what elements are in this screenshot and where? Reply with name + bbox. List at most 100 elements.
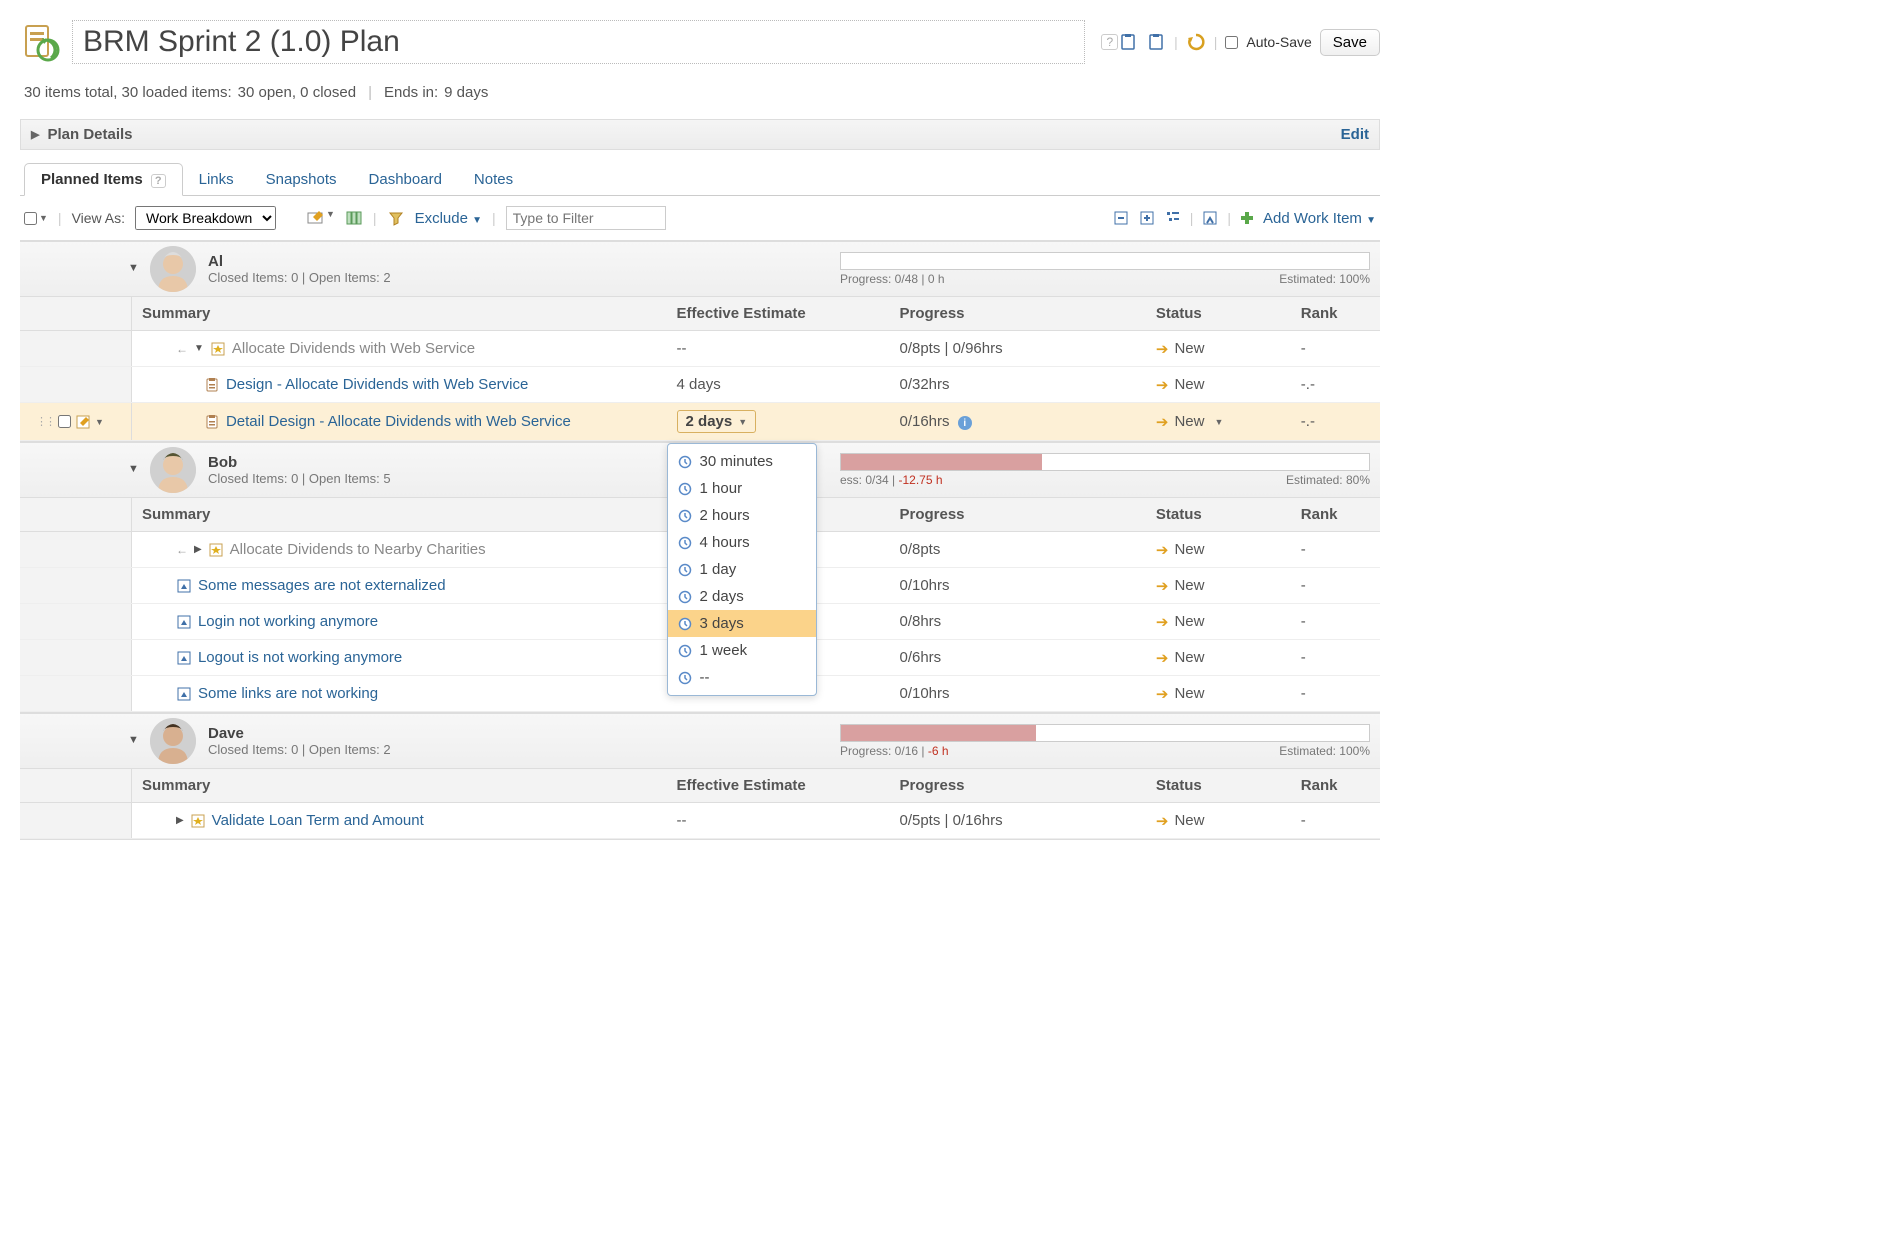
owner-name: Dave	[208, 725, 391, 742]
status-value[interactable]: New	[1174, 649, 1204, 666]
estimate-option[interactable]: 4 hours	[668, 529, 816, 556]
tab-dashboard[interactable]: Dashboard	[353, 164, 458, 195]
row-checkbox[interactable]	[58, 415, 71, 428]
progress-value: 0/10hrs	[899, 577, 949, 594]
work-item-summary[interactable]: Allocate Dividends with Web Service	[232, 340, 475, 357]
select-all-checkbox[interactable]: ▼	[24, 212, 48, 225]
tree-caret-icon[interactable]: ▼	[194, 343, 204, 354]
tree-caret-icon[interactable]: ▶	[176, 815, 184, 826]
estimate-option[interactable]: 1 day	[668, 556, 816, 583]
estimate-option[interactable]: --	[668, 664, 816, 691]
rank-value: -	[1301, 649, 1306, 666]
clipboard-in-icon[interactable]	[1118, 32, 1138, 52]
col-summary[interactable]: Summary	[131, 498, 666, 532]
col-status[interactable]: Status	[1146, 769, 1291, 803]
clipboard-out-icon[interactable]	[1146, 32, 1166, 52]
save-button[interactable]: Save	[1320, 29, 1380, 56]
table-row[interactable]: ←▼Allocate Dividends with Web Service--0…	[20, 331, 1380, 367]
row-edit-icon[interactable]	[75, 413, 91, 430]
status-arrow-icon: ➔	[1156, 376, 1169, 394]
owner-row: ▼ Al Closed Items: 0 | Open Items: 2 Pro…	[20, 241, 1380, 297]
tab-snapshots[interactable]: Snapshots	[250, 164, 353, 195]
owner-collapse-caret-icon[interactable]: ▼	[128, 463, 139, 475]
table-row[interactable]: ▶Validate Loan Term and Amount--0/5pts |…	[20, 803, 1380, 839]
work-item-summary[interactable]: Design - Allocate Dividends with Web Ser…	[226, 376, 528, 393]
table-row[interactable]: Design - Allocate Dividends with Web Ser…	[20, 367, 1380, 403]
owner-collapse-caret-icon[interactable]: ▼	[128, 734, 139, 746]
estimate-option[interactable]: 1 hour	[668, 475, 816, 502]
view-as-label: View As:	[72, 210, 125, 226]
edit-columns-icon[interactable]: ▼	[306, 209, 335, 227]
filter-config-icon[interactable]	[387, 209, 405, 227]
exclude-link[interactable]: Exclude ▼	[415, 210, 482, 227]
move-indicator-icon: ←	[176, 342, 188, 356]
export-icon[interactable]	[1201, 209, 1219, 227]
separator: |	[58, 210, 62, 226]
work-item-summary[interactable]: Some links are not working	[198, 685, 378, 702]
tree-caret-icon[interactable]: ▶	[194, 544, 202, 555]
info-icon[interactable]: i	[958, 416, 972, 430]
estimate-dropdown-menu[interactable]: 30 minutes1 hour2 hours4 hours1 day2 day…	[667, 443, 817, 696]
work-item-summary[interactable]: Some messages are not externalized	[198, 577, 446, 594]
tab-notes[interactable]: Notes	[458, 164, 529, 195]
drag-handle-icon[interactable]: ⋮⋮	[36, 415, 54, 428]
estimate-option[interactable]: 3 days	[668, 610, 816, 637]
estimate-option[interactable]: 30 minutes	[668, 448, 816, 475]
row-menu-caret-icon[interactable]: ▼	[95, 417, 104, 427]
effective-estimate-dropdown[interactable]: 2 days▼	[677, 410, 757, 433]
page-title[interactable]: BRM Sprint 2 (1.0) Plan	[72, 20, 1085, 64]
owner-estimated-text: Estimated: 100%	[1279, 272, 1370, 286]
estimate-option[interactable]: 1 week	[668, 637, 816, 664]
tab-links[interactable]: Links	[183, 164, 250, 195]
status-value[interactable]: New	[1174, 413, 1204, 430]
status-arrow-icon: ➔	[1156, 812, 1169, 830]
col-rank[interactable]: Rank	[1291, 297, 1380, 331]
work-item-summary[interactable]: Login not working anymore	[198, 613, 378, 630]
plan-details-label[interactable]: Plan Details	[47, 126, 132, 143]
col-estimate[interactable]: Effective Estimate	[667, 297, 890, 331]
estimate-option[interactable]: 2 days	[668, 583, 816, 610]
col-rank[interactable]: Rank	[1291, 769, 1380, 803]
col-status[interactable]: Status	[1146, 297, 1291, 331]
col-progress[interactable]: Progress	[889, 498, 1145, 532]
edit-link[interactable]: Edit	[1341, 126, 1369, 143]
effective-estimate-value: --	[677, 340, 687, 357]
add-work-item-icon[interactable]	[1239, 210, 1255, 226]
col-summary[interactable]: Summary	[131, 297, 666, 331]
work-item-summary[interactable]: Allocate Dividends to Nearby Charities	[230, 541, 486, 558]
status-value[interactable]: New	[1174, 685, 1204, 702]
table-row[interactable]: ⋮⋮ ▼ Detail Design - Allocate Dividends …	[20, 403, 1380, 441]
plan-details-caret-icon[interactable]: ▶	[31, 128, 39, 141]
tab-help-icon[interactable]: ?	[151, 174, 166, 188]
estimate-option[interactable]: 2 hours	[668, 502, 816, 529]
col-progress[interactable]: Progress	[889, 769, 1145, 803]
collapse-all-icon[interactable]	[1112, 209, 1130, 227]
col-summary[interactable]: Summary	[131, 769, 666, 803]
filter-input[interactable]	[506, 206, 666, 230]
expand-all-icon[interactable]	[1138, 209, 1156, 227]
col-progress[interactable]: Progress	[889, 297, 1145, 331]
columns-icon[interactable]	[345, 209, 363, 227]
status-value[interactable]: New	[1174, 376, 1204, 393]
status-arrow-icon: ➔	[1156, 340, 1169, 358]
add-work-item-link[interactable]: Add Work Item ▼	[1263, 210, 1376, 227]
work-item-summary[interactable]: Logout is not working anymore	[198, 649, 402, 666]
owner-collapse-caret-icon[interactable]: ▼	[128, 262, 139, 274]
status-value[interactable]: New	[1174, 541, 1204, 558]
work-item-summary[interactable]: Detail Design - Allocate Dividends with …	[226, 413, 571, 430]
status-value[interactable]: New	[1174, 577, 1204, 594]
status-value[interactable]: New	[1174, 613, 1204, 630]
auto-save-checkbox[interactable]	[1225, 36, 1238, 49]
status-caret-icon[interactable]: ▼	[1214, 417, 1223, 427]
view-as-select[interactable]: Work Breakdown	[135, 206, 276, 230]
title-help-icon[interactable]: ?	[1101, 34, 1118, 50]
status-value[interactable]: New	[1174, 812, 1204, 829]
tab-planned-items[interactable]: Planned Items ?	[24, 163, 183, 196]
refresh-icon[interactable]	[1186, 32, 1206, 52]
col-status[interactable]: Status	[1146, 498, 1291, 532]
outline-icon[interactable]	[1164, 209, 1182, 227]
work-item-summary[interactable]: Validate Loan Term and Amount	[212, 812, 424, 829]
status-value[interactable]: New	[1174, 340, 1204, 357]
col-estimate[interactable]: Effective Estimate	[667, 769, 890, 803]
col-rank[interactable]: Rank	[1291, 498, 1380, 532]
